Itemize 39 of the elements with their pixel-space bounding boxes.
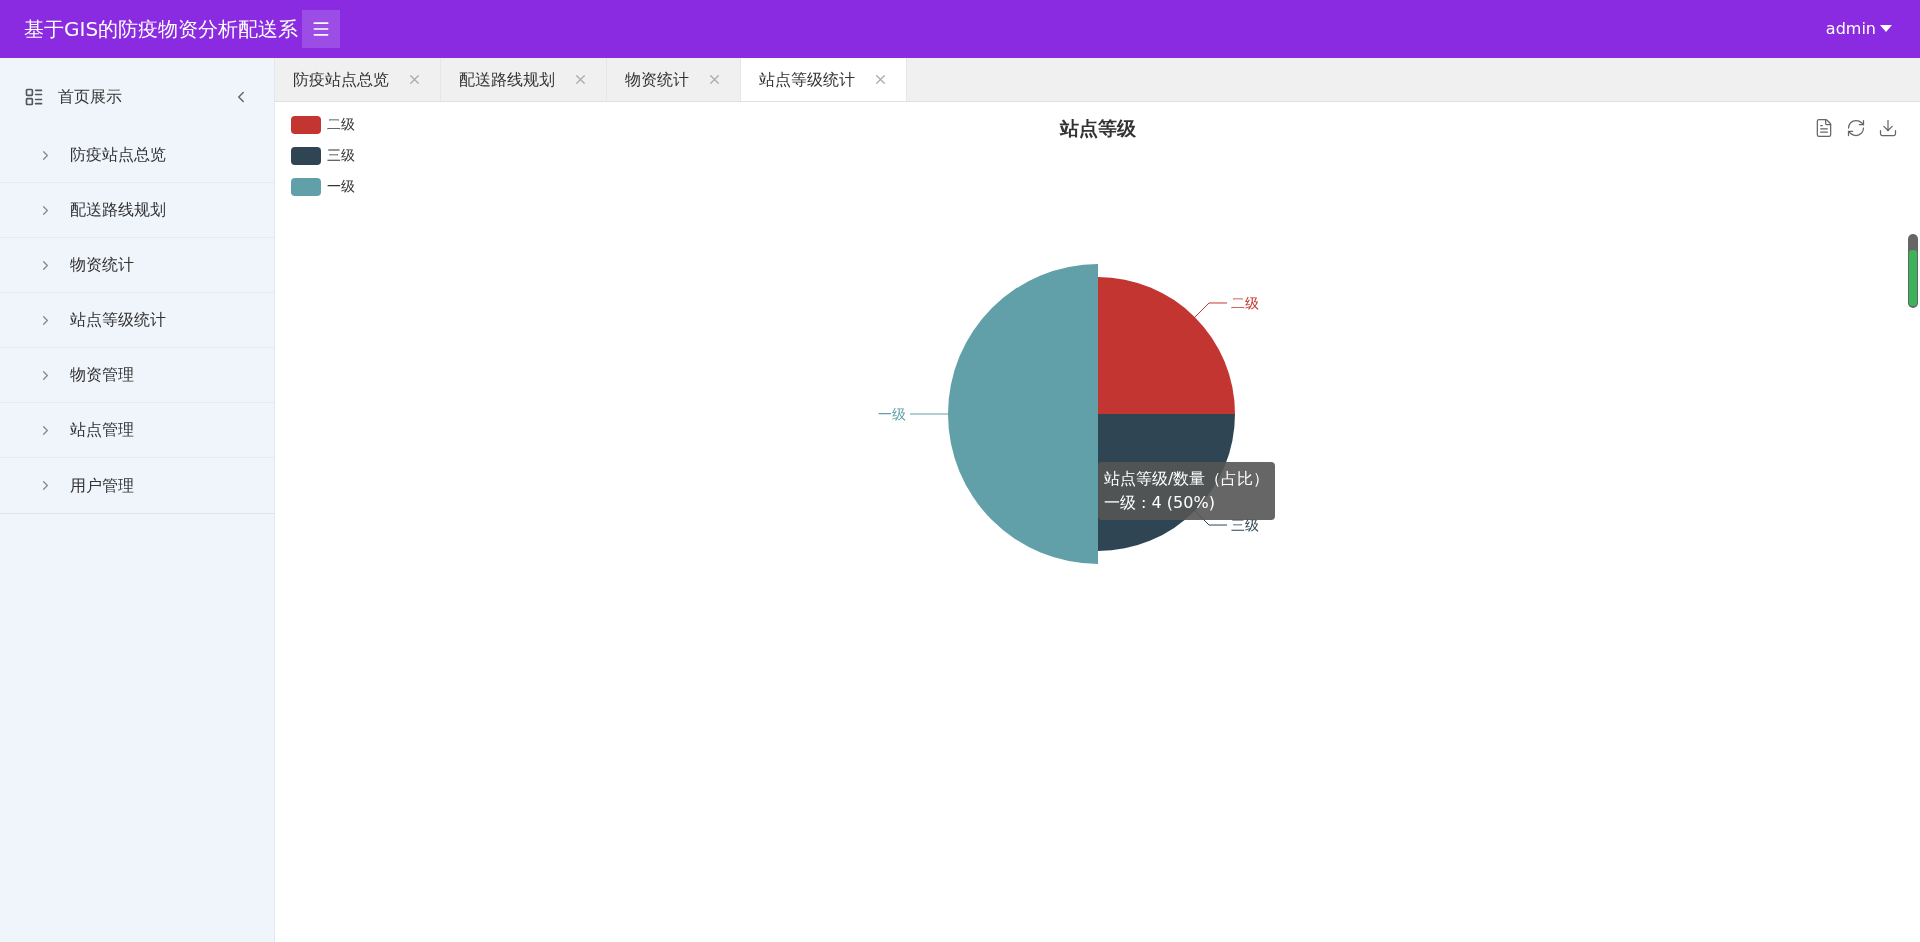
menu-button[interactable] [302, 10, 341, 48]
sidebar-item[interactable]: 配送路线规划 [0, 183, 274, 238]
legend-swatch[interactable] [291, 177, 321, 196]
document-icon [1814, 118, 1834, 138]
slice-label: 二级 [1231, 295, 1259, 311]
tab[interactable]: 站点等级统计 [741, 58, 907, 101]
slice-label: 一级 [878, 406, 906, 422]
sidebar-item[interactable]: 站点管理 [0, 403, 274, 458]
close-icon [873, 72, 888, 87]
user-menu[interactable]: admin [1825, 17, 1892, 41]
menu-group[interactable]: 首页展示 [0, 66, 274, 128]
close-icon [707, 72, 722, 87]
tooltip-text: 一级 : 4 (50%) [1104, 492, 1216, 514]
legend-label: 二级 [327, 115, 355, 134]
leader-line [1194, 302, 1228, 318]
chart-title: 站点等级 [1059, 116, 1136, 141]
sidebar-item[interactable]: 用户管理 [0, 458, 274, 513]
legend-swatch[interactable] [291, 146, 321, 165]
sidebar-item[interactable]: 物资管理 [0, 348, 274, 403]
legend-label: 一级 [327, 177, 355, 196]
download-button[interactable] [1878, 118, 1898, 138]
slice-label: 三级 [1231, 517, 1259, 533]
legend-label: 三级 [327, 146, 355, 165]
list-icon [24, 87, 44, 107]
refresh-button[interactable] [1846, 118, 1866, 138]
close-icon [407, 72, 422, 87]
app-title: 基于GIS的防疫物资分析配送系 [24, 16, 299, 43]
sidebar-item[interactable]: 防疫站点总览 [0, 128, 274, 183]
sidebar-item[interactable]: 物资统计 [0, 238, 274, 293]
meter-icon [1908, 234, 1918, 308]
data-view-button[interactable] [1814, 118, 1834, 138]
refresh-icon [1846, 118, 1866, 138]
close-icon [573, 72, 588, 87]
tooltip-title: 站点等级/数量（占比） [1104, 468, 1270, 490]
caret-icon [1880, 25, 1892, 33]
leader-line [909, 413, 949, 415]
download-icon [1878, 118, 1898, 138]
legend-swatch[interactable] [291, 115, 321, 134]
sidebar-item[interactable]: 站点等级统计 [0, 293, 274, 348]
